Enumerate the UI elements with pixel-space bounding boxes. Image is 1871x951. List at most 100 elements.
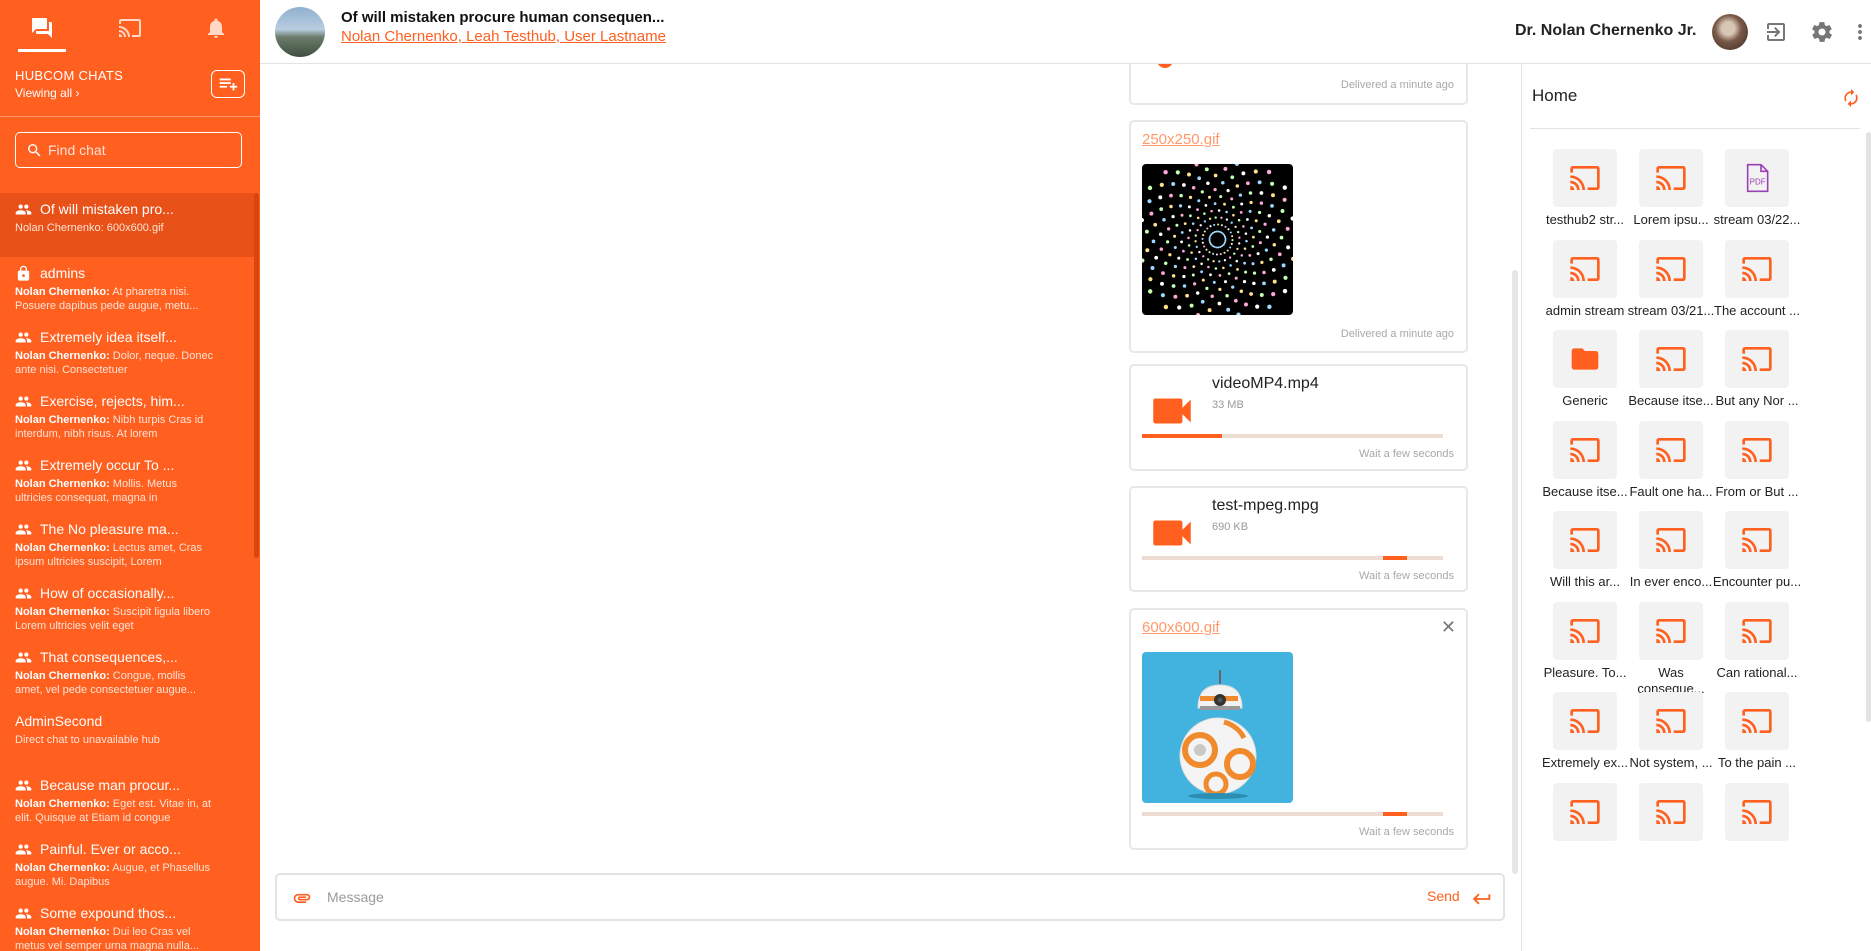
message-bubble: Delivered a minute ago — [1129, 64, 1468, 105]
chat-list-item[interactable]: Of will mistaken pro... Nolan Chernenko: … — [0, 193, 255, 257]
chat-name-row: The No pleasure ma... — [15, 519, 240, 539]
chat-list-item[interactable]: Some expound thos... Nolan Chernenko: Dui… — [0, 897, 255, 951]
stream-tile[interactable]: Lorem ipsu... — [1624, 149, 1714, 254]
upload-progress-bar — [1142, 812, 1443, 816]
cast-icon — [1742, 528, 1772, 552]
chat-header: Of will mistaken procure human consequen… — [260, 0, 1871, 64]
stream-tile[interactable] — [1710, 782, 1800, 888]
close-icon[interactable]: ✕ — [1441, 617, 1456, 638]
gif-thumbnail[interactable] — [1142, 164, 1293, 315]
gif-thumbnail[interactable] — [1142, 652, 1293, 803]
new-chat-button[interactable] — [211, 70, 245, 98]
chat-title: Of will mistaken procure human consequen… — [341, 9, 665, 26]
tile-icon-box — [1639, 692, 1703, 750]
stream-tile[interactable]: To the pain ... — [1710, 692, 1800, 797]
file-link[interactable]: 250x250.gif — [1142, 131, 1220, 148]
panel-scrollbar[interactable] — [1866, 132, 1871, 722]
chat-preview: Nolan Chernenko: 600x600.gif — [15, 221, 215, 249]
message-input[interactable] — [327, 883, 1327, 911]
preview-sender: Nolan Chernenko: — [15, 286, 110, 298]
tile-label: testhub2 str... — [1545, 212, 1625, 227]
tile-label: Can rational... — [1716, 664, 1798, 680]
upload-progress-fill — [1383, 812, 1407, 816]
search-input[interactable] — [48, 133, 238, 166]
stream-tile[interactable]: admin stream — [1538, 239, 1628, 345]
chat-list-item[interactable]: Because man procur... Nolan Chernenko: Eg… — [0, 769, 255, 833]
refresh-icon[interactable] — [1841, 88, 1861, 108]
app-root: HUBCOM CHATS Viewing all › Of will mista… — [0, 0, 1871, 951]
stream-tile[interactable]: stream 03/21... — [1624, 239, 1714, 345]
tile-icon-box — [1725, 239, 1789, 298]
cast-icon — [1742, 347, 1772, 371]
attach-icon[interactable] — [292, 888, 312, 908]
chat-list-item[interactable]: admins Nolan Chernenko: At pharetra nisi.… — [0, 257, 255, 321]
chat-icon[interactable] — [30, 16, 54, 40]
tile-label: stream 03/22... — [1713, 212, 1801, 227]
stream-tile[interactable]: Pleasure. To... — [1538, 601, 1628, 707]
message-area: Delivered a minute ago 250x250.gif Deliv… — [260, 64, 1522, 864]
logout-icon[interactable] — [1764, 20, 1788, 44]
chat-name-row: Painful. Ever or acco... — [15, 839, 240, 859]
chat-list-item[interactable]: The No pleasure ma... Nolan Chernenko: Le… — [0, 513, 255, 577]
chevron-right-icon: › — [75, 86, 80, 100]
cast-icon — [1656, 347, 1686, 371]
tile-label: Will this ar... — [1549, 574, 1621, 589]
tile-label: Not system, ... — [1629, 755, 1713, 770]
chat-list-item[interactable]: Extremely occur To ... Nolan Chernenko: M… — [0, 449, 255, 513]
tile-label: admin stream — [1545, 302, 1625, 318]
stream-tile[interactable]: Generic — [1538, 330, 1628, 435]
user-avatar[interactable] — [1712, 14, 1748, 50]
stream-tile[interactable]: In ever enco... — [1624, 511, 1714, 616]
messages-scrollbar[interactable] — [1512, 270, 1518, 874]
stream-tile[interactable]: The account ... — [1710, 239, 1800, 345]
stream-tile[interactable]: Extremely ex... — [1538, 692, 1628, 797]
sidebar: HUBCOM CHATS Viewing all › Of will mista… — [0, 0, 260, 951]
tile-icon-box — [1725, 601, 1789, 660]
stream-tile[interactable]: From or But ... — [1710, 420, 1800, 526]
stream-tile[interactable]: Was conseque... — [1624, 601, 1714, 707]
chat-list-item[interactable]: How of occasionally... Nolan Chernenko: S… — [0, 577, 255, 641]
upload-status: Wait a few seconds — [1359, 826, 1454, 838]
pdf-icon: PDF — [1746, 163, 1769, 193]
stream-tile[interactable]: Fault one ha... — [1624, 420, 1714, 526]
chat-list-item[interactable]: Extremely idea itself... Nolan Chernenko:… — [0, 321, 255, 385]
chat-list-item[interactable]: That consequences,... Nolan Chernenko: Co… — [0, 641, 255, 705]
bell-icon[interactable] — [204, 16, 228, 40]
file-link[interactable]: 600x600.gif — [1142, 619, 1220, 636]
stream-tile[interactable] — [1624, 782, 1714, 888]
upload-progress-fill — [1383, 556, 1407, 560]
videocam-icon — [1153, 398, 1191, 424]
sidebar-scrollbar[interactable] — [254, 193, 259, 558]
keyboard-return-icon[interactable] — [1471, 888, 1493, 910]
more-vert-icon[interactable] — [1848, 20, 1871, 44]
chat-list-item[interactable]: Painful. Ever or acco... Nolan Chernenko:… — [0, 833, 255, 897]
chat-name: admins — [40, 265, 86, 281]
stream-tile[interactable]: Can rational... — [1710, 601, 1800, 707]
stream-tile[interactable]: Will this ar... — [1538, 511, 1628, 616]
stream-tile[interactable]: Because itse... — [1624, 330, 1714, 435]
stream-tile[interactable]: But any Nor ... — [1710, 330, 1800, 435]
stream-tile[interactable]: Because itse... — [1538, 420, 1628, 526]
tile-icon-box — [1553, 330, 1617, 388]
delivery-status: Delivered a minute ago — [1340, 328, 1454, 340]
chat-preview: Nolan Chernenko: Dui leo Cras vel metus … — [15, 925, 215, 951]
chat-list-item[interactable]: AdminSecond Direct chat to unavailable hu… — [0, 705, 255, 769]
stream-tile[interactable]: Not system, ... — [1624, 692, 1714, 797]
tile-label: Pleasure. To... — [1543, 664, 1627, 680]
chat-preview: Nolan Chernenko: Augue, et Phasellus aug… — [15, 861, 215, 889]
chat-list-item[interactable]: Exercise, rejects, him... Nolan Chernenko… — [0, 385, 255, 449]
tile-icon-box — [1639, 601, 1703, 660]
stream-tile[interactable] — [1538, 782, 1628, 888]
chat-avatar[interactable] — [275, 7, 325, 57]
cast-icon — [1570, 799, 1600, 824]
chat-members-link[interactable]: Nolan Chernenko, Leah Testhub, User Last… — [341, 28, 666, 45]
cast-icon[interactable] — [118, 16, 142, 40]
chat-name: Exercise, rejects, him... — [40, 393, 185, 409]
send-button[interactable]: Send — [1427, 888, 1460, 904]
stream-tile[interactable]: Encounter pu... — [1710, 511, 1801, 616]
gear-icon[interactable] — [1810, 20, 1834, 44]
stream-tile[interactable]: testhub2 str... — [1538, 149, 1628, 254]
tile-label: To the pain ... — [1717, 755, 1797, 770]
tile-icon-box — [1639, 330, 1703, 388]
stream-tile[interactable]: PDF stream 03/22... — [1710, 149, 1800, 254]
